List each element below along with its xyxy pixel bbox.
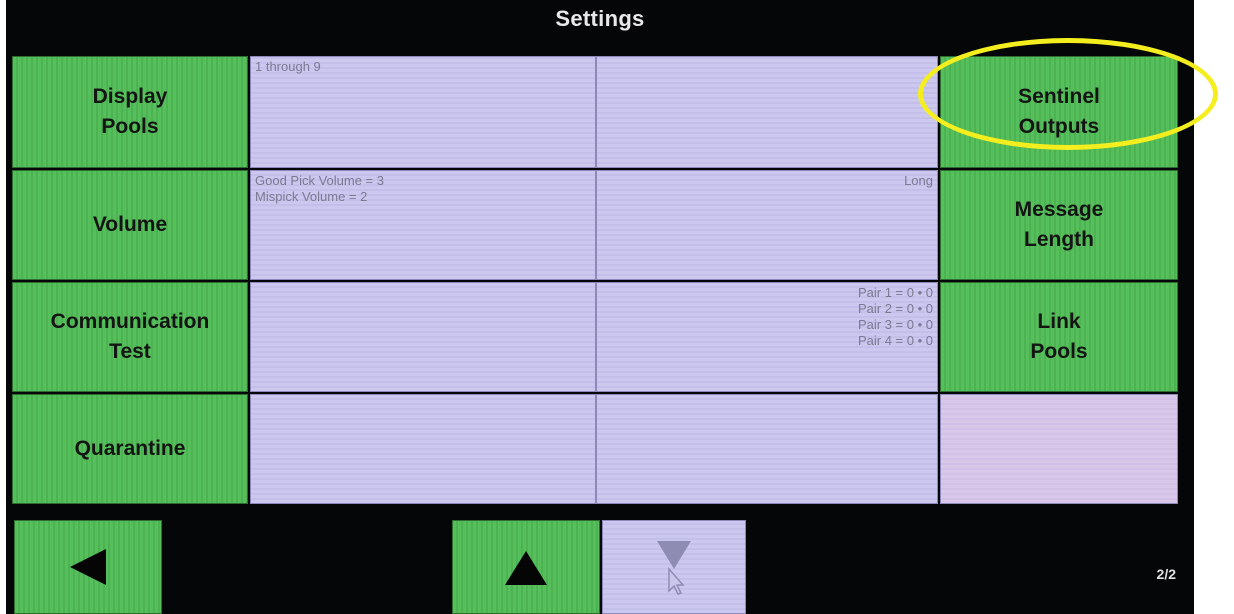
volume-value: Good Pick Volume = 3 Mispick Volume = 2: [250, 170, 596, 280]
empty-value-cell: [250, 394, 596, 504]
message-length-value: Long: [596, 170, 938, 280]
communication-test-button[interactable]: Communication Test: [12, 282, 248, 392]
triangle-down-icon: [657, 541, 691, 595]
empty-value-cell: [596, 56, 938, 168]
empty-button-slot: [940, 394, 1178, 504]
message-length-value-text: Long: [904, 173, 933, 188]
settings-screen: Settings Display Pools 1 through 9 Senti…: [6, 0, 1194, 614]
display-pools-button[interactable]: Display Pools: [12, 56, 248, 168]
link-pools-value-text: Pair 1 = 0 • 0 Pair 2 = 0 • 0 Pair 3 = 0…: [857, 285, 933, 348]
cursor-arrow-icon: [668, 567, 685, 595]
volume-button[interactable]: Volume: [12, 170, 248, 280]
display-pools-value: 1 through 9: [250, 56, 596, 168]
triangle-up-icon: [505, 551, 547, 585]
empty-value-cell: [596, 394, 938, 504]
back-button[interactable]: [14, 520, 162, 614]
link-pools-button[interactable]: Link Pools: [940, 282, 1178, 392]
link-pools-value: Pair 1 = 0 • 0 Pair 2 = 0 • 0 Pair 3 = 0…: [596, 282, 938, 392]
page-down-button[interactable]: [602, 520, 746, 614]
display-pools-value-text: 1 through 9: [255, 59, 321, 74]
triangle-left-icon: [70, 549, 106, 585]
page-title: Settings: [555, 6, 645, 31]
sentinel-outputs-button[interactable]: Sentinel Outputs: [940, 56, 1178, 168]
empty-value-cell: [250, 282, 596, 392]
page-indicator: 2/2: [1156, 566, 1176, 582]
quarantine-button[interactable]: Quarantine: [12, 394, 248, 504]
page-up-button[interactable]: [452, 520, 600, 614]
message-length-button[interactable]: Message Length: [940, 170, 1178, 280]
volume-value-text: Good Pick Volume = 3 Mispick Volume = 2: [255, 173, 384, 204]
